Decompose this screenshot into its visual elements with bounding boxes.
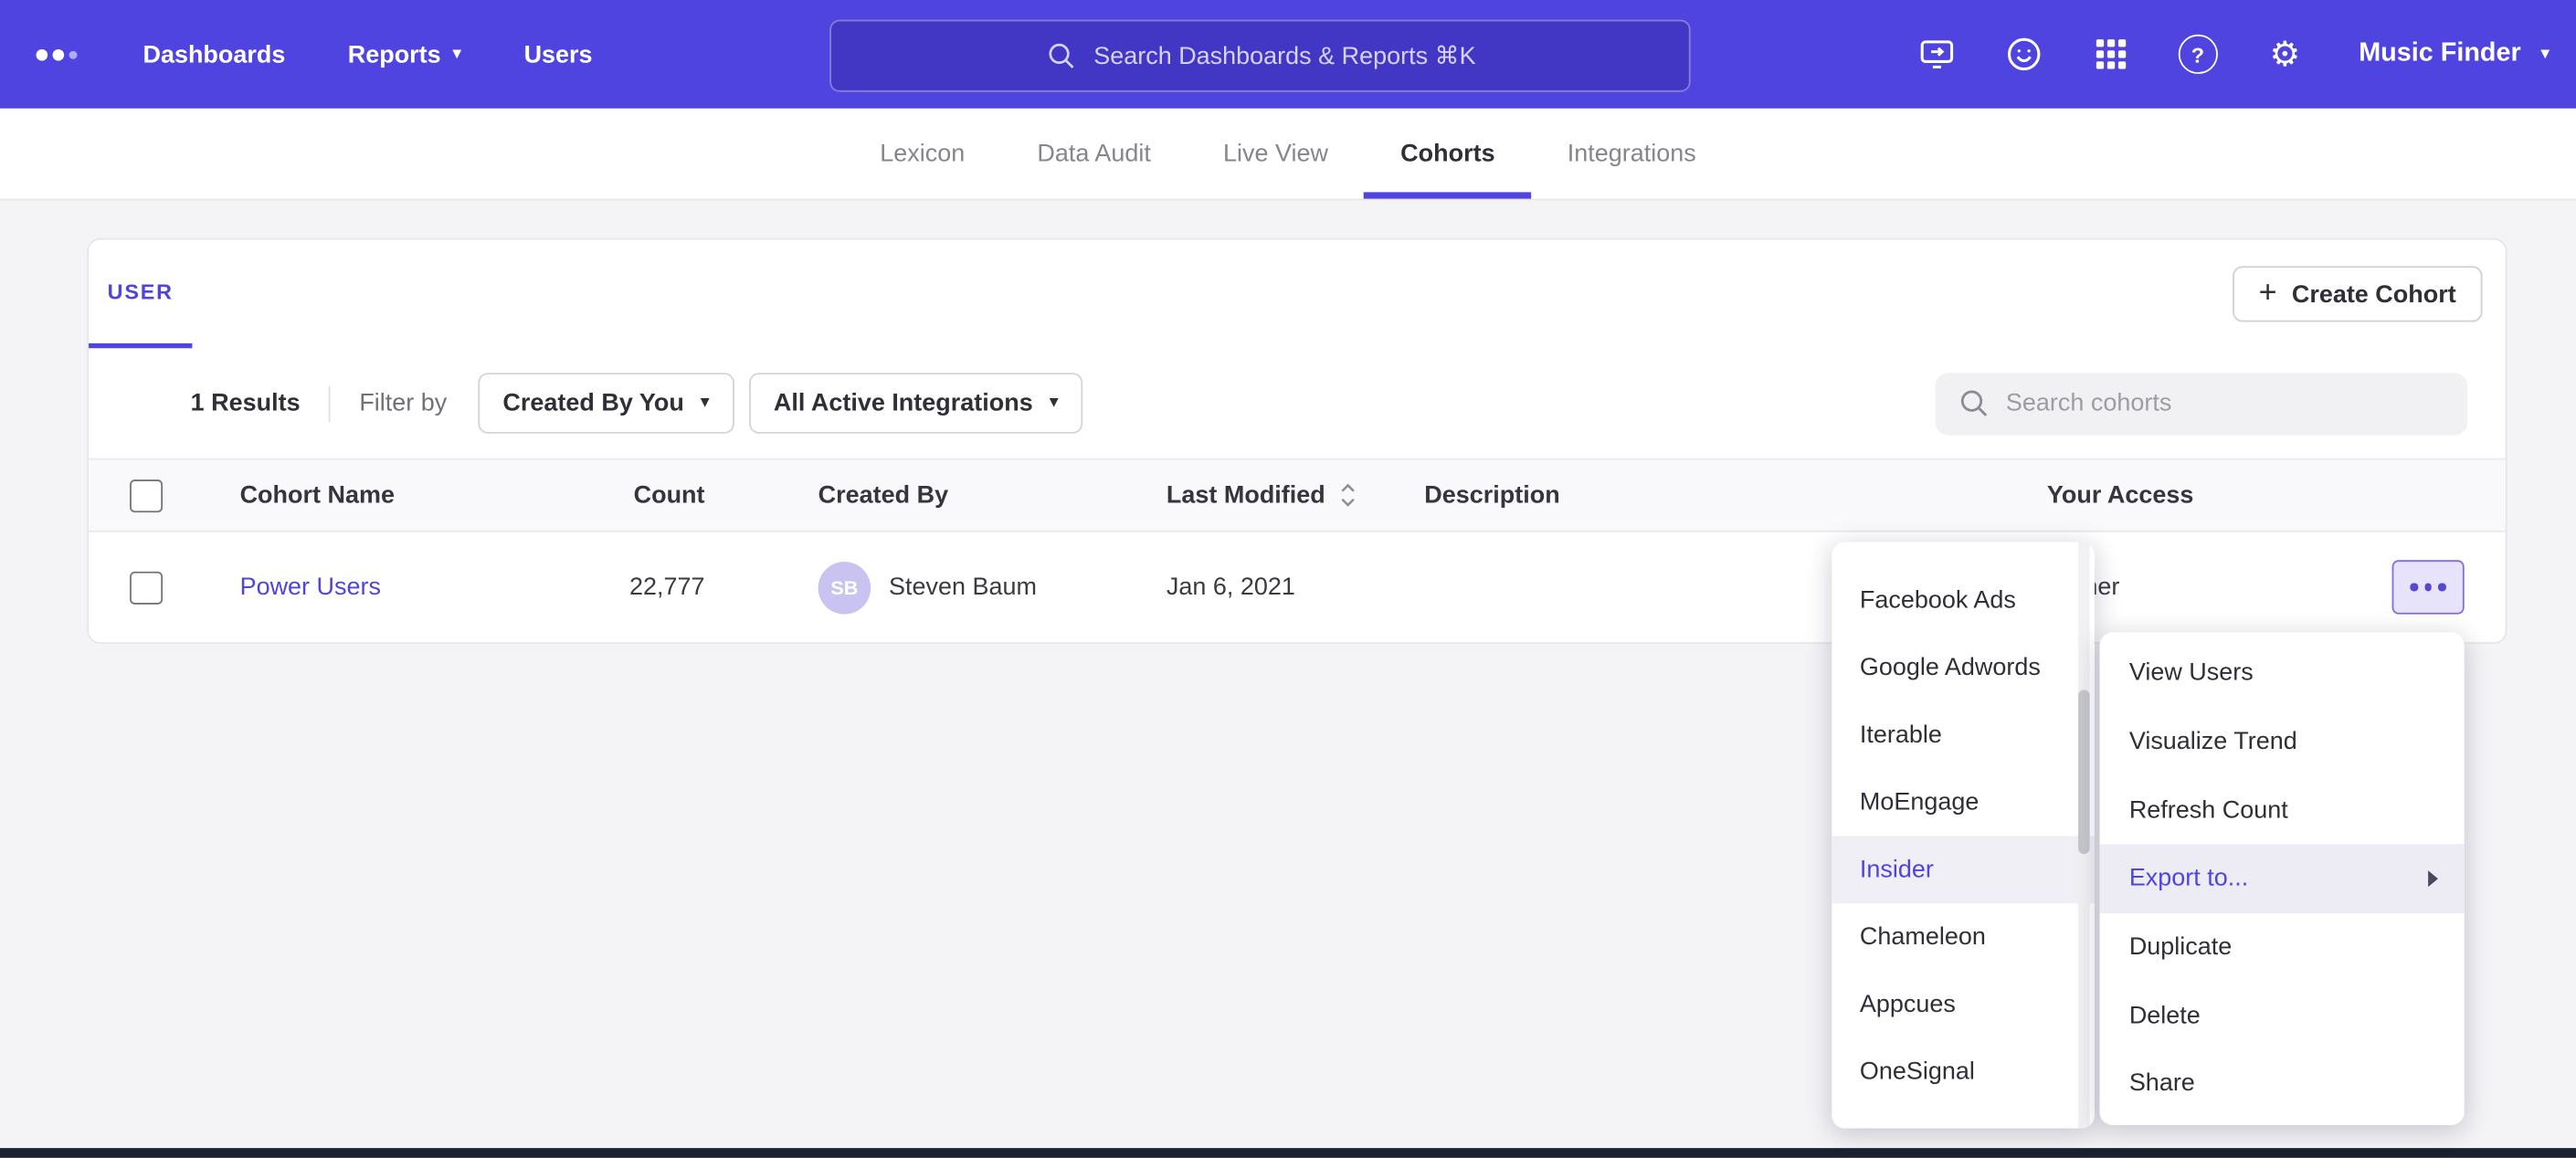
row-actions-button[interactable] xyxy=(2392,560,2465,614)
project-switcher[interactable]: Music Finder ▾ xyxy=(2359,39,2550,68)
nav-dashboards[interactable]: Dashboards xyxy=(143,40,285,68)
tab-live-view[interactable]: Live View xyxy=(1187,109,1364,199)
tab-cohorts[interactable]: Cohorts xyxy=(1365,109,1532,199)
tab-integrations[interactable]: Integrations xyxy=(1531,109,1732,199)
settings-gear-icon[interactable]: ⚙ xyxy=(2265,35,2305,74)
menu-item-refresh-count[interactable]: Refresh Count xyxy=(2099,776,2464,845)
secondary-nav: Lexicon Data Audit Live View Cohorts Int… xyxy=(0,109,2576,201)
help-icon[interactable]: ? xyxy=(2178,35,2217,74)
integrations-filter-dropdown[interactable]: All Active Integrations ▾ xyxy=(749,373,1083,434)
global-search-placeholder: Search Dashboards & Reports ⌘K xyxy=(1093,41,1475,70)
plus-icon: + xyxy=(2259,277,2277,308)
cohorts-card: USER + Create Cohort 1 Results Filter by… xyxy=(87,238,2507,644)
cohort-name-link[interactable]: Power Users xyxy=(240,574,381,602)
scrollbar-thumb[interactable] xyxy=(2078,690,2090,854)
results-count: 1 Results xyxy=(191,389,301,417)
chevron-down-icon: ▾ xyxy=(1050,395,1059,413)
col-your-access[interactable]: Your Access xyxy=(2047,460,2392,531)
table-row: Power Users 22,777 SB Steven Baum Jan 6,… xyxy=(89,532,2506,642)
global-search-input[interactable]: Search Dashboards & Reports ⌘K xyxy=(829,20,1690,92)
tab-lexicon[interactable]: Lexicon xyxy=(844,109,1001,199)
submenu-arrow-icon xyxy=(2428,870,2438,887)
menu-item-facebook-ads[interactable]: Facebook Ads xyxy=(1832,566,2095,634)
top-navbar: Dashboards Reports ▾ Users Search Dashbo… xyxy=(0,0,2576,109)
created-by-filter-dropdown[interactable]: Created By You ▾ xyxy=(478,373,734,434)
menu-item-delete[interactable]: Delete xyxy=(2099,981,2464,1049)
project-name: Music Finder xyxy=(2359,39,2520,68)
chevron-down-icon: ▾ xyxy=(452,45,461,63)
search-icon xyxy=(1044,39,1077,72)
sort-icon[interactable] xyxy=(1338,481,1357,510)
cohort-actions-menu: View Users Visualize Trend Refresh Count… xyxy=(2099,632,2464,1125)
card-header: USER + Create Cohort xyxy=(89,240,2506,349)
table-header-row: Cohort Name Count Created By Last Modifi… xyxy=(89,458,2506,532)
menu-item-share[interactable]: Share xyxy=(2099,1049,2464,1118)
apps-grid-icon[interactable] xyxy=(2091,35,2130,74)
nav-users[interactable]: Users xyxy=(524,40,593,68)
primary-nav: Dashboards Reports ▾ Users xyxy=(143,40,592,68)
cohort-search-input[interactable] xyxy=(1936,372,2468,434)
menu-item-appcues[interactable]: Appcues xyxy=(1832,971,2095,1038)
create-cohort-button[interactable]: + Create Cohort xyxy=(2233,266,2483,321)
last-modified-date: Jan 6, 2021 xyxy=(1084,532,1424,642)
logo-dot-icon xyxy=(37,48,48,60)
navbar-right-cluster: ? ⚙ Music Finder ▾ xyxy=(1916,0,2550,109)
col-description[interactable]: Description xyxy=(1424,460,2047,531)
tab-user-cohorts[interactable]: USER xyxy=(89,240,192,349)
menu-item-export-to[interactable]: Export to... xyxy=(2099,845,2464,913)
created-by-name: Steven Baum xyxy=(889,574,1037,602)
menu-item-insider[interactable]: Insider xyxy=(1832,836,2095,903)
mixpanel-logo[interactable] xyxy=(37,48,78,60)
filter-toolbar: 1 Results Filter by Created By You ▾ All… xyxy=(89,348,2506,458)
menu-item-onesignal[interactable]: OneSignal xyxy=(1832,1038,2095,1106)
search-icon xyxy=(1957,385,1991,420)
your-access-value: Owner xyxy=(2047,532,2392,642)
cohort-count: 22,777 xyxy=(511,532,704,642)
menu-item-duplicate[interactable]: Duplicate xyxy=(2099,912,2464,981)
menu-item-iterable[interactable]: Iterable xyxy=(1832,701,2095,769)
divider xyxy=(328,385,330,422)
select-all-checkbox[interactable] xyxy=(130,479,163,511)
row-checkbox[interactable] xyxy=(130,571,163,604)
tab-data-audit[interactable]: Data Audit xyxy=(1001,109,1188,199)
logo-dot-icon xyxy=(69,50,78,58)
monitor-arrow-icon[interactable] xyxy=(1916,35,1956,74)
app-window: Dashboards Reports ▾ Users Search Dashbo… xyxy=(0,0,2576,1158)
menu-item-moengage[interactable]: MoEngage xyxy=(1832,769,2095,837)
cohort-search xyxy=(1936,372,2468,434)
chevron-down-icon: ▾ xyxy=(2540,45,2550,63)
menu-item-view-users[interactable]: View Users xyxy=(2099,639,2464,708)
menu-item-chameleon[interactable]: Chameleon xyxy=(1832,903,2095,971)
col-last-modified[interactable]: Last Modified xyxy=(1084,460,1424,531)
col-cohort-name[interactable]: Cohort Name xyxy=(199,460,512,531)
col-count[interactable]: Count xyxy=(511,460,704,531)
export-target-submenu: Braze Facebook Ads Google Adwords Iterab… xyxy=(1832,542,2095,1128)
page-footer-strip xyxy=(0,1148,2576,1158)
avatar: SB xyxy=(818,561,871,614)
filter-by-label: Filter by xyxy=(359,389,447,417)
menu-item-braze[interactable]: Braze xyxy=(1832,542,2095,566)
col-created-by[interactable]: Created By xyxy=(705,460,1084,531)
menu-item-google-adwords[interactable]: Google Adwords xyxy=(1832,634,2095,701)
logo-dot-icon xyxy=(53,48,65,60)
nav-reports[interactable]: Reports ▾ xyxy=(348,40,461,68)
menu-item-visualize-trend[interactable]: Visualize Trend xyxy=(2099,708,2464,776)
feedback-smiley-icon[interactable] xyxy=(2004,35,2043,74)
chevron-down-icon: ▾ xyxy=(701,395,710,413)
